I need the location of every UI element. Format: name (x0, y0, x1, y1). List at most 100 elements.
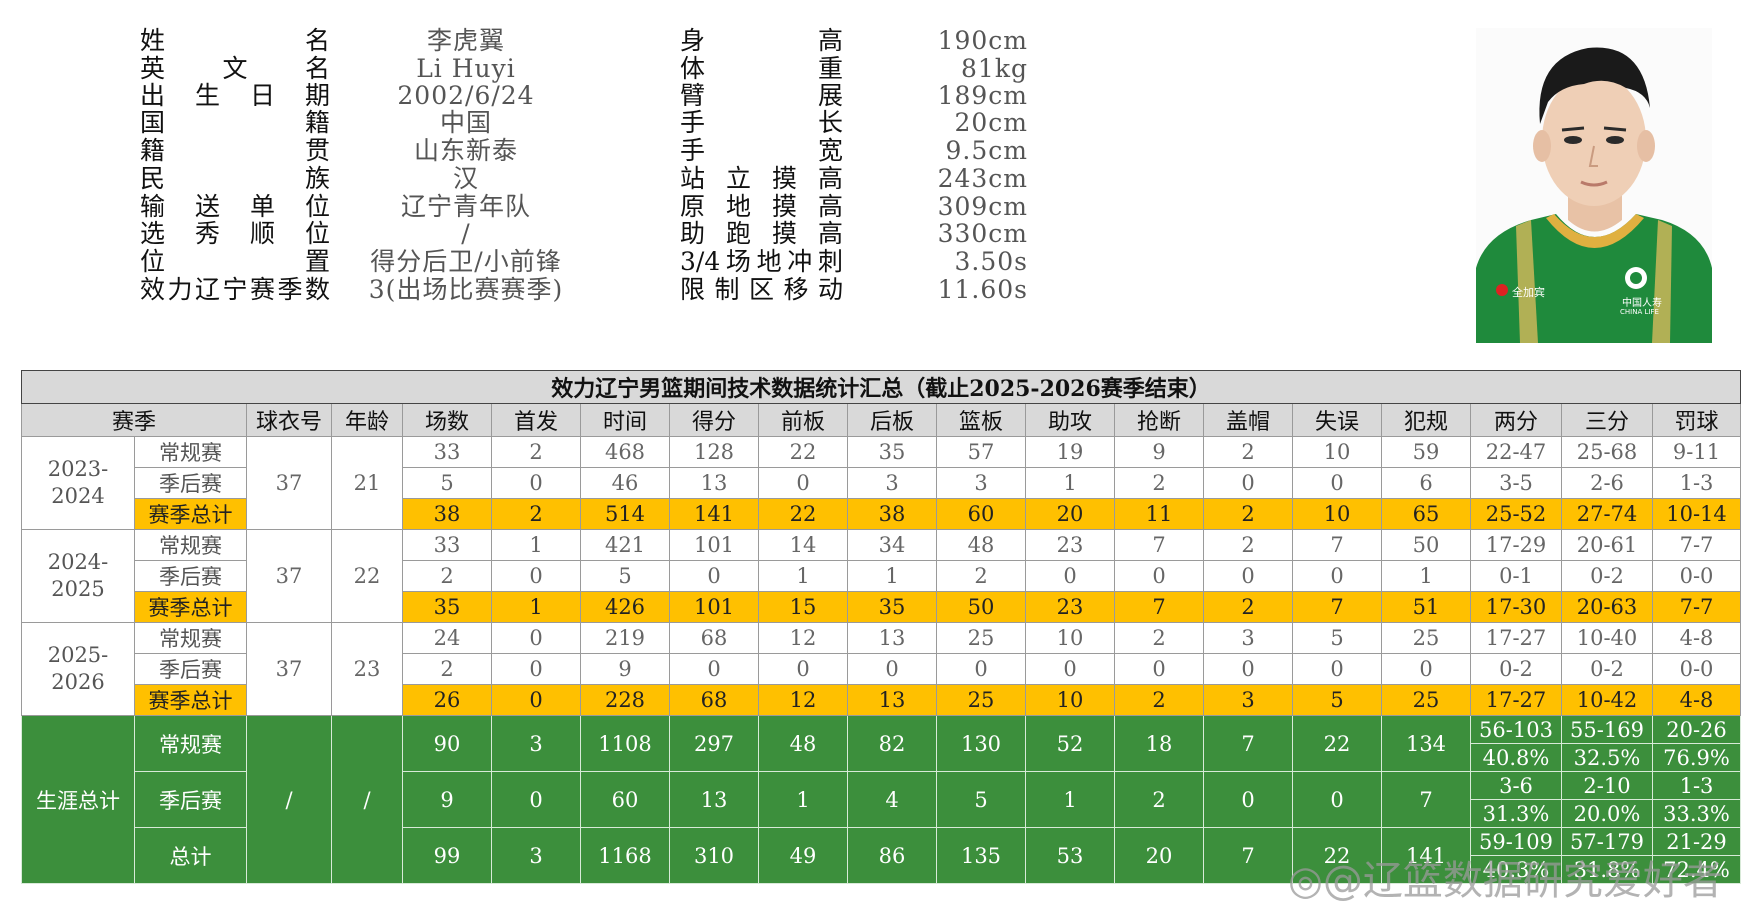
table-title-row: 效力辽宁男篮期间技术数据统计汇总（截止2025-2026赛季结束） (21, 370, 1741, 404)
stat-cell: 1 (1025, 467, 1115, 499)
profile-value: 3(出场比赛赛季) (368, 275, 564, 304)
career-label: 生涯总计 (21, 715, 135, 884)
stat-cell: 23 (1025, 529, 1115, 561)
player-photo: 全加宾 中国人寿 CHINA LIFE (1476, 28, 1712, 343)
weibo-watermark: ◎@辽篮数据研究爱好者 (1288, 848, 1723, 906)
stat-cell: 12 (758, 622, 848, 654)
career-stat-cell: 297 (669, 715, 759, 772)
career-stat-cell: 9 (402, 771, 492, 828)
stat-cell: 5 (1292, 622, 1382, 654)
career-shot-pct: 32.5% (1561, 743, 1653, 772)
stat-cell: 5 (1292, 684, 1382, 716)
profile-label: 站立摸高 (680, 164, 843, 193)
profile-value: / (461, 219, 471, 248)
age-cell: 23 (331, 622, 403, 716)
column-header: 犯规 (1381, 403, 1471, 437)
stat-cell: 1 (491, 591, 581, 623)
stat-cell: 0 (1114, 653, 1204, 685)
stat-cell: 24 (402, 622, 492, 654)
career-stat-cell: 82 (847, 715, 937, 772)
profile-label: 姓名 (140, 26, 330, 55)
stat-cell: 2 (402, 653, 492, 685)
stat-cell: 13 (847, 684, 937, 716)
stat-cell: 2 (1203, 591, 1293, 623)
career-stat-cell: 1 (1025, 771, 1115, 828)
stat-cell: 65 (1381, 498, 1471, 530)
career-kind: 总计 (134, 827, 247, 884)
career-stat-cell: 48 (758, 715, 848, 772)
row-kind: 季后赛 (134, 653, 247, 685)
stat-cell: 0 (1025, 560, 1115, 592)
stat-cell: 1-3 (1652, 467, 1741, 499)
stat-cell: 22-47 (1470, 436, 1562, 468)
stat-cell: 17-30 (1470, 591, 1562, 623)
stat-cell: 22 (758, 436, 848, 468)
season-cell: 2024- 2025 (21, 529, 135, 623)
column-header: 首发 (491, 403, 581, 437)
career-shot-made: 3-6 (1470, 771, 1562, 800)
stat-cell: 4-8 (1652, 684, 1741, 716)
stat-cell: 0 (1292, 653, 1382, 685)
stat-cell: 34 (847, 529, 937, 561)
stat-cell: 33 (402, 529, 492, 561)
profile-value: 李虎翼 (426, 26, 505, 55)
stat-cell: 51 (1381, 591, 1471, 623)
profile-row: 姓名 李虎翼 身高 190cm (0, 25, 1200, 56)
table-header-row: 赛季 球衣号 年龄 场数 首发 时间 得分 前板 后板 篮板 助攻 抢断 盖帽 失误 犯规 两分 三分 罚球 (21, 403, 1741, 437)
stat-cell: 68 (669, 684, 759, 716)
career-shot-made: 55-169 (1561, 715, 1653, 744)
stat-cell: 38 (847, 498, 937, 530)
stat-cell: 20-63 (1561, 591, 1653, 623)
career-stat-cell: 130 (936, 715, 1026, 772)
stat-cell: 9-11 (1652, 436, 1741, 468)
sponsor-logo-text: 全加宾 (1512, 286, 1545, 299)
column-header: 年龄 (331, 403, 403, 437)
career-shot-made: 2-10 (1561, 771, 1653, 800)
stat-cell: 4-8 (1652, 622, 1741, 654)
age-cell: 21 (331, 436, 403, 530)
career-stat-cell: 52 (1025, 715, 1115, 772)
stat-cell: 0 (847, 653, 937, 685)
column-header: 三分 (1561, 403, 1653, 437)
stat-cell: 50 (936, 591, 1026, 623)
stat-cell: 22 (758, 498, 848, 530)
stat-cell: 2 (491, 436, 581, 468)
column-header: 篮板 (936, 403, 1026, 437)
stat-cell: 17-29 (1470, 529, 1562, 561)
career-stat-cell: 1108 (580, 715, 670, 772)
profile-label: 手宽 (680, 136, 843, 165)
stat-cell: 33 (402, 436, 492, 468)
row-kind: 赛季总计 (134, 591, 247, 623)
career-stat-cell: 3 (491, 715, 581, 772)
stat-cell: 7 (1114, 529, 1204, 561)
stat-cell: 2-6 (1561, 467, 1653, 499)
stat-cell: 2 (491, 498, 581, 530)
stat-cell: 0-2 (1470, 653, 1562, 685)
career-shot-pct: 33.3% (1652, 799, 1741, 828)
stat-cell: 5 (580, 560, 670, 592)
career-shot-made: 20-26 (1652, 715, 1741, 744)
season-cell: 2023- 2024 (21, 436, 135, 530)
career-kind: 季后赛 (134, 771, 247, 828)
stat-cell: 0 (1381, 653, 1471, 685)
profile-label: 位置 (140, 247, 330, 276)
row-kind: 常规赛 (134, 622, 247, 654)
profile-row: 效力辽宁赛季数 3(出场比赛赛季) 限制区移动 11.60s (0, 274, 1200, 305)
profile-value: 9.5cm (945, 136, 1028, 165)
career-shot-made: 1-3 (1652, 771, 1741, 800)
profile-value: 330cm (937, 219, 1028, 248)
stat-cell: 7 (1114, 591, 1204, 623)
stats-summary-table: 效力辽宁男篮期间技术数据统计汇总（截止2025-2026赛季结束） 赛季 球衣号 年龄… (21, 370, 1741, 884)
stat-cell: 50 (1381, 529, 1471, 561)
column-header: 失误 (1292, 403, 1382, 437)
career-stat-cell: 22 (1292, 715, 1382, 772)
stat-cell: 25 (936, 622, 1026, 654)
profile-label: 限制区移动 (680, 275, 843, 304)
stat-cell: 19 (1025, 436, 1115, 468)
stat-cell: 0 (491, 560, 581, 592)
stat-cell: 0 (491, 622, 581, 654)
career-stat-cell: 53 (1025, 827, 1115, 884)
stat-cell: 426 (580, 591, 670, 623)
profile-value: 11.60s (937, 275, 1028, 304)
career-shot-pct: 40.8% (1470, 743, 1562, 772)
